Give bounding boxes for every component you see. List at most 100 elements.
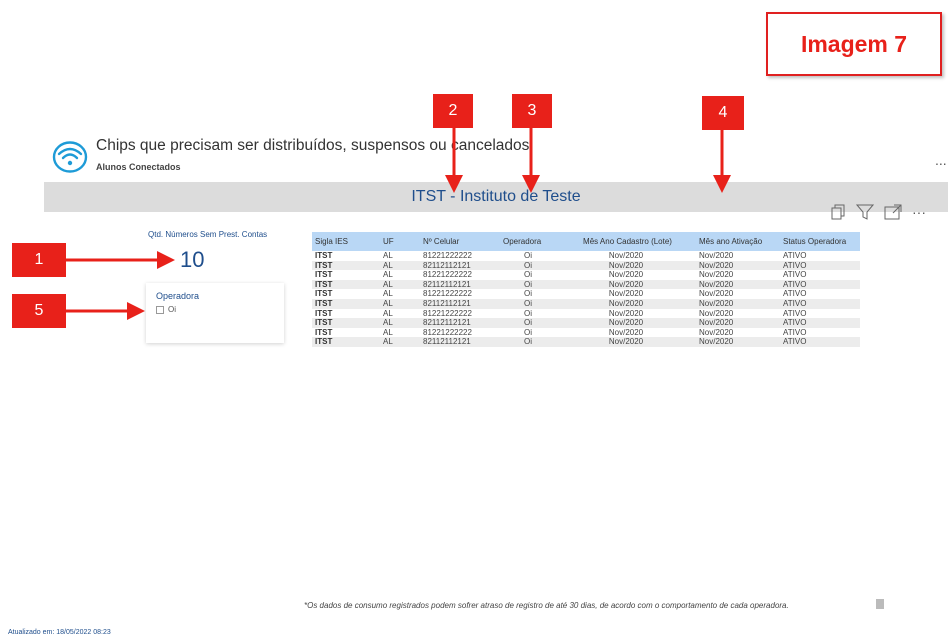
table-cell: ITST [312, 279, 380, 290]
table-cell: 82112112121 [420, 298, 500, 309]
table-cell: ATIVO [783, 308, 807, 318]
table-cell: Nov/2020 [696, 318, 780, 328]
table-cell: Nov/2020 [556, 337, 696, 347]
table-cell: ITST [315, 308, 333, 318]
table-cell: 81221222222 [423, 289, 472, 299]
table-cell: AL [380, 318, 420, 328]
table-cell: Nov/2020 [696, 260, 780, 271]
table-cell: ITST [315, 327, 333, 337]
column-header[interactable]: Sigla IES [312, 232, 380, 251]
table-cell: ITST [312, 260, 380, 271]
marker-3: 3 [512, 94, 552, 128]
table-cell: ITST [312, 298, 380, 309]
data-delay-footnote: *Os dados de consumo registrados podem s… [304, 601, 789, 610]
table-cell: 82112112121 [420, 318, 500, 328]
table-cell: Oi [524, 251, 532, 260]
table-cell: ITST [315, 289, 333, 299]
table-row[interactable]: ITST AL 81221222222 Oi Nov/2020 Nov/2020 ATIVO [312, 289, 860, 299]
table-row[interactable]: ITST AL 81221222222 Oi Nov/2020 Nov/2020 ATIVO [312, 270, 860, 280]
table-cell: Nov/2020 [556, 260, 696, 271]
table-cell: AL [380, 260, 420, 271]
focus-mode-icon[interactable] [884, 204, 902, 220]
table-row[interactable]: ITST AL 82112112121 Oi Nov/2020 Nov/2020 ATIVO [312, 337, 860, 347]
table-cell: ATIVO [783, 251, 807, 260]
table-row[interactable]: ITST AL 82112112121 Oi Nov/2020 Nov/2020 ATIVO [312, 318, 860, 328]
table-cell: AL [383, 327, 393, 337]
marker-5: 5 [12, 294, 66, 328]
table-cell: Oi [524, 270, 532, 280]
chips-table: Sigla IES UF Nº Celular Operadora Mês An… [312, 232, 860, 347]
table-cell: Oi [500, 279, 556, 290]
table-header-row: Sigla IES UF Nº Celular Operadora Mês An… [312, 232, 860, 251]
table-cell: Nov/2020 [699, 289, 734, 299]
column-header[interactable]: Operadora [500, 232, 556, 251]
column-header[interactable]: Mês ano Ativação [696, 232, 780, 251]
table-cell: Nov/2020 [608, 327, 644, 337]
column-header[interactable]: UF [380, 232, 420, 251]
table-cell: Nov/2020 [699, 327, 734, 337]
visual-header-toolbar: ··· [830, 204, 926, 220]
table-cell: ATIVO [783, 289, 807, 299]
table-cell: AL [383, 289, 393, 299]
table-cell: Oi [524, 327, 532, 337]
table-row[interactable]: ITST AL 82112112121 Oi Nov/2020 Nov/2020 ATIVO [312, 298, 860, 309]
column-header[interactable]: Status Operadora [780, 232, 860, 251]
table-cell: Nov/2020 [699, 308, 734, 318]
wifi-icon [52, 141, 88, 173]
table-row[interactable]: ITST AL 82112112121 Oi Nov/2020 Nov/2020 ATIVO [312, 260, 860, 271]
table-row[interactable]: ITST AL 82112112121 Oi Nov/2020 Nov/2020 ATIVO [312, 279, 860, 290]
kpi-label: Qtd. Números Sem Prest. Contas [148, 230, 268, 239]
table-cell: ATIVO [780, 260, 860, 271]
table-cell: Nov/2020 [556, 318, 696, 328]
slicer-title: Operadora [156, 291, 200, 301]
table-cell: 81221222222 [423, 270, 472, 280]
table-cell: ATIVO [780, 318, 860, 328]
table-cell: 81221222222 [423, 251, 472, 260]
slicer-option-oi[interactable]: Oi [156, 305, 176, 314]
institution-title: ITST - Instituto de Teste [411, 188, 581, 205]
table-cell: Nov/2020 [696, 298, 780, 309]
table-row[interactable]: ITST AL 81221222222 Oi Nov/2020 Nov/2020 ATIVO [312, 251, 860, 261]
table-cell: Oi [524, 308, 532, 318]
table-cell: Oi [500, 337, 556, 347]
table-row[interactable]: ITST AL 81221222222 Oi Nov/2020 Nov/2020 ATIVO [312, 309, 860, 319]
table-cell: 82112112121 [420, 279, 500, 290]
table-cell: Oi [500, 260, 556, 271]
more-options-icon[interactable]: ··· [912, 205, 926, 219]
table-cell: ITST [315, 251, 333, 260]
checkbox[interactable] [156, 305, 164, 314]
institution-banner: ITST - Instituto de Teste [44, 182, 948, 212]
image-label-badge: Imagem 7 [766, 12, 942, 76]
table-cell: AL [380, 279, 420, 290]
column-header[interactable]: Mês Ano Cadastro (Lote) [556, 232, 696, 251]
table-cell: 82112112121 [420, 260, 500, 271]
table-cell: Nov/2020 [696, 337, 780, 347]
page-title: Chips que precisam ser distribuídos, sus… [96, 137, 530, 154]
table-cell: ATIVO [780, 298, 860, 309]
table-cell: Nov/2020 [608, 308, 644, 318]
image-label-text: Imagem 7 [800, 30, 908, 57]
filter-icon[interactable] [856, 204, 874, 220]
table-cell: AL [380, 337, 420, 347]
footnote-indicator [876, 599, 884, 609]
table-cell: AL [380, 298, 420, 309]
table-cell: AL [383, 251, 393, 260]
operadora-slicer: Operadora Oi [146, 283, 284, 343]
table-cell: AL [383, 270, 393, 280]
table-cell: Nov/2020 [608, 251, 644, 260]
last-updated-text: Atualizado em: 18/05/2022 08:23 [8, 629, 111, 636]
table-cell: Nov/2020 [556, 279, 696, 290]
table-cell: Nov/2020 [699, 270, 734, 280]
table-row[interactable]: ITST AL 81221222222 Oi Nov/2020 Nov/2020 ATIVO [312, 328, 860, 338]
marker-4: 4 [702, 96, 744, 130]
marker-2: 2 [433, 94, 473, 128]
page-more-options[interactable]: ... [935, 152, 947, 168]
marker-1: 1 [12, 243, 66, 277]
copy-icon[interactable] [830, 204, 846, 220]
table-cell: AL [383, 308, 393, 318]
table-cell: Nov/2020 [696, 279, 780, 290]
table-cell: ATIVO [783, 327, 807, 337]
table-cell: ATIVO [780, 337, 860, 347]
table-cell: ATIVO [783, 270, 807, 280]
column-header[interactable]: Nº Celular [420, 232, 500, 251]
